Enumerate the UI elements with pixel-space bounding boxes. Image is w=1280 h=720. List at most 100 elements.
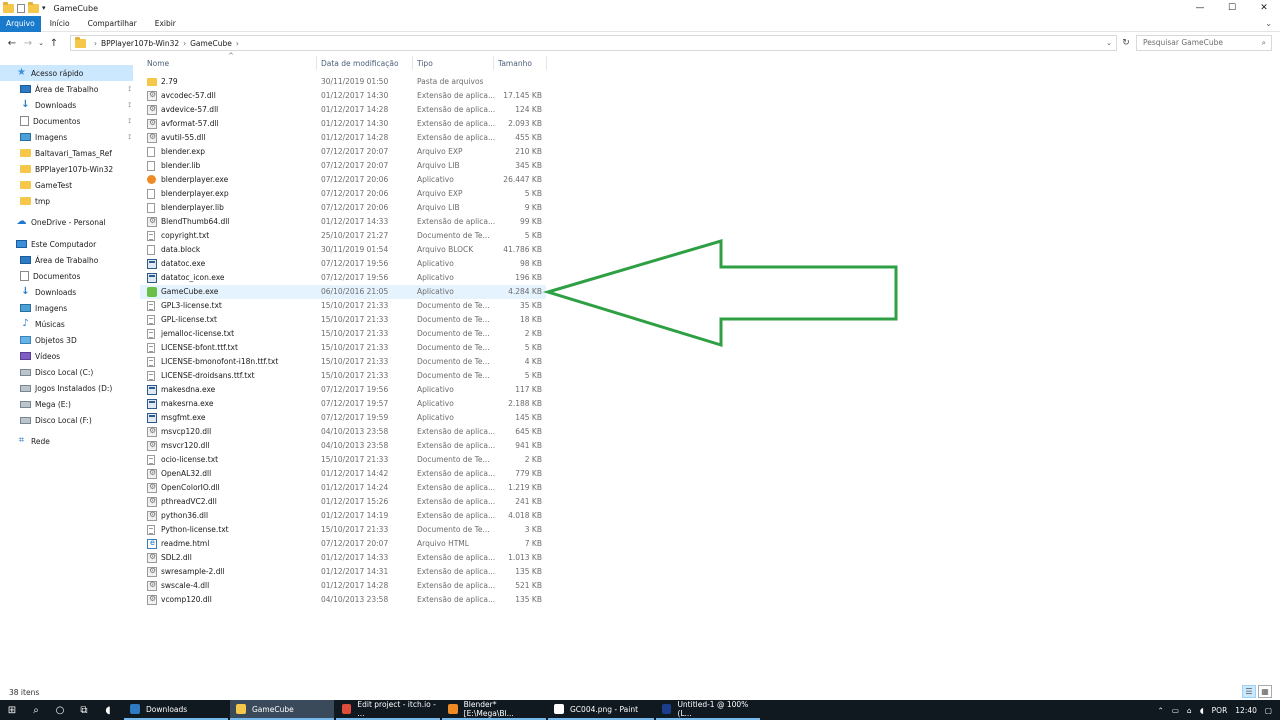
file-row[interactable]: LICENSE-bfont.ttf.txt 15/10/2017 21:33 Doc… [140, 341, 546, 355]
file-row[interactable]: 2.79 30/11/2019 01:50 Pasta de arquivos [140, 75, 546, 89]
back-button[interactable]: ← [4, 38, 20, 49]
file-row[interactable]: GameCube.exe 06/10/2016 21:05 Aplicativo 4.… [140, 285, 546, 299]
volume-icon[interactable]: ◖ [1200, 706, 1204, 715]
file-row[interactable]: data.block 30/11/2019 01:54 Arquivo BLOCK 4… [140, 243, 546, 257]
nav-pc-documents[interactable]: Documentos [0, 268, 135, 284]
file-row[interactable]: blender.lib 07/12/2017 20:07 Arquivo LIB 34… [140, 159, 546, 173]
file-row[interactable]: msgfmt.exe 07/12/2017 19:59 Aplicativo 145 … [140, 411, 546, 425]
file-row[interactable]: LICENSE-bmonofont-i18n.ttf.txt 15/10/2017… [140, 355, 546, 369]
refresh-button[interactable]: ↻ [1119, 35, 1133, 51]
folder-icon[interactable] [3, 1, 14, 13]
nav-onedrive[interactable]: ☁ OneDrive - Personal [0, 214, 135, 230]
new-folder-icon[interactable] [28, 1, 39, 13]
file-row[interactable]: msvcp120.dll 04/10/2013 23:58 Extensão de … [140, 425, 546, 439]
nav-folder-gametest[interactable]: GameTest [0, 177, 135, 193]
file-row[interactable]: OpenAL32.dll 01/12/2017 14:42 Extensão de … [140, 467, 546, 481]
file-row[interactable]: makesdna.exe 07/12/2017 19:56 Aplicativo 11… [140, 383, 546, 397]
file-row[interactable]: avutil-55.dll 01/12/2017 14:28 Extensão de… [140, 131, 546, 145]
file-row[interactable]: msvcr120.dll 04/10/2013 23:58 Extensão de … [140, 439, 546, 453]
column-type[interactable]: Tipo [417, 59, 433, 68]
file-row[interactable]: blenderplayer.exe 07/12/2017 20:06 Aplicat… [140, 173, 546, 187]
file-row[interactable]: makesrna.exe 07/12/2017 19:57 Aplicativo 2.… [140, 397, 546, 411]
recent-locations-button[interactable]: ⌄ [36, 39, 46, 47]
network-icon[interactable]: ⌂ [1187, 706, 1192, 715]
properties-icon[interactable] [17, 3, 25, 13]
tab-home[interactable]: Início [41, 16, 79, 32]
file-row[interactable]: jemalloc-license.txt 15/10/2017 21:33 Docu… [140, 327, 546, 341]
file-row[interactable]: datatoc.exe 07/12/2017 19:56 Aplicativo 98 … [140, 257, 546, 271]
show-hidden-icons-icon[interactable]: ⌃ [1158, 706, 1164, 715]
details-view-button[interactable]: ☰ [1242, 685, 1256, 698]
nav-pc-desktop[interactable]: Área de Trabalho [0, 252, 135, 268]
file-row[interactable]: SDL2.dll 01/12/2017 14:33 Extensão de apli… [140, 551, 546, 565]
taskbar-app[interactable]: GameCube [230, 700, 334, 720]
file-row[interactable]: LICENSE-droidsans.ttf.txt 15/10/2017 21:3… [140, 369, 546, 383]
taskbar-app[interactable]: GC004.png - Paint [548, 700, 654, 720]
minimize-button[interactable]: — [1184, 0, 1216, 16]
maximize-button[interactable]: ☐ [1216, 0, 1248, 16]
file-row[interactable]: GPL-license.txt 15/10/2017 21:33 Documento… [140, 313, 546, 327]
taskbar-app[interactable]: Blender* [E:\Mega\Bl... [442, 700, 546, 720]
file-row[interactable]: pthreadVC2.dll 01/12/2017 15:26 Extensão d… [140, 495, 546, 509]
nav-pc-drive-c[interactable]: Disco Local (C:) [0, 364, 135, 380]
file-row[interactable]: readme.html 07/12/2017 20:07 Arquivo HTML 7… [140, 537, 546, 551]
breadcrumb-item[interactable]: BPPlayer107b-Win32 [101, 39, 179, 48]
search-icon[interactable]: ⌕ [24, 700, 48, 720]
language-indicator[interactable]: POR [1212, 706, 1228, 715]
column-date[interactable]: Data de modificação [321, 59, 399, 68]
cortana-icon[interactable]: ○ [48, 700, 72, 720]
tab-view[interactable]: Exibir [146, 16, 185, 32]
address-bar[interactable]: › BPPlayer107b-Win32 › GameCube › ⌄ [70, 35, 1117, 51]
breadcrumb-separator[interactable]: › [236, 39, 239, 48]
nav-pc-downloads[interactable]: ↓ Downloads [0, 284, 135, 300]
nav-pc-3d-objects[interactable]: Objetos 3D [0, 332, 135, 348]
nav-documents[interactable]: Documentos ⟟ [0, 113, 135, 129]
nav-quick-access[interactable]: ★ Acesso rápido [0, 65, 133, 81]
nav-network[interactable]: ⌗ Rede [0, 433, 135, 449]
notifications-icon[interactable]: ▢ [1265, 706, 1272, 715]
file-row[interactable]: copyright.txt 25/10/2017 21:27 Documento d… [140, 229, 546, 243]
search-input[interactable]: Pesquisar GameCube ⌕ [1136, 35, 1272, 51]
nav-desktop[interactable]: Área de Trabalho ⟟ [0, 81, 135, 97]
taskbar-app[interactable]: Untitled-1 @ 100% (L... [656, 700, 760, 720]
nav-pictures[interactable]: Imagens ⟟ [0, 129, 135, 145]
close-button[interactable]: ✕ [1248, 0, 1280, 16]
nav-pc-drive-e[interactable]: Mega (E:) [0, 396, 135, 412]
file-row[interactable]: datatoc_icon.exe 07/12/2017 19:56 Aplicati… [140, 271, 546, 285]
forward-button[interactable]: → [20, 38, 36, 49]
file-row[interactable]: blender.exp 07/12/2017 20:07 Arquivo EXP 21… [140, 145, 546, 159]
file-row[interactable]: avdevice-57.dll 01/12/2017 14:28 Extensão … [140, 103, 546, 117]
file-row[interactable]: blenderplayer.lib 07/12/2017 20:06 Arquivo… [140, 201, 546, 215]
nav-pc-music[interactable]: ♪ Músicas [0, 316, 135, 332]
taskbar-app[interactable]: Downloads [124, 700, 228, 720]
nav-folder-baltavari[interactable]: Baltavari_Tamas_Ref [0, 145, 135, 161]
file-row[interactable]: Python-license.txt 15/10/2017 21:33 Docume… [140, 523, 546, 537]
speaker-icon[interactable]: ◖ [96, 700, 120, 720]
column-name[interactable]: Nome [147, 59, 169, 68]
file-row[interactable]: blenderplayer.exp 07/12/2017 20:06 Arquivo… [140, 187, 546, 201]
task-view-icon[interactable]: ⧉ [72, 700, 96, 720]
taskbar-app[interactable]: Edit project - itch.io - ... [336, 700, 440, 720]
start-windows-icon[interactable]: ⊞ [0, 700, 24, 720]
file-row[interactable]: python36.dll 01/12/2017 14:19 Extensão de … [140, 509, 546, 523]
file-row[interactable]: BlendThumb64.dll 01/12/2017 14:33 Extensão… [140, 215, 546, 229]
nav-pc-drive-d[interactable]: Jogos Instalados (D:) [0, 380, 135, 396]
file-row[interactable]: avcodec-57.dll 01/12/2017 14:30 Extensão d… [140, 89, 546, 103]
expand-ribbon-icon[interactable]: ⌄ [1265, 19, 1272, 28]
nav-folder-tmp[interactable]: tmp [0, 193, 135, 209]
nav-this-pc[interactable]: Este Computador [0, 236, 135, 252]
tab-share[interactable]: Compartilhar [79, 16, 146, 32]
nav-downloads[interactable]: ↓ Downloads ⟟ [0, 97, 135, 113]
column-size[interactable]: Tamanho [498, 59, 532, 68]
file-row[interactable]: GPL3-license.txt 15/10/2017 21:33 Document… [140, 299, 546, 313]
clock[interactable]: 12:40 [1235, 706, 1257, 715]
file-row[interactable]: vcomp120.dll 04/10/2013 23:58 Extensão de … [140, 593, 546, 607]
nav-folder-bpplayer[interactable]: BPPlayer107b-Win32 [0, 161, 135, 177]
file-row[interactable]: OpenColorIO.dll 01/12/2017 14:24 Extensão … [140, 481, 546, 495]
file-row[interactable]: ocio-license.txt 15/10/2017 21:33 Document… [140, 453, 546, 467]
nav-pc-videos[interactable]: Vídeos [0, 348, 135, 364]
chevron-down-icon[interactable]: ▾ [42, 4, 46, 12]
large-icons-view-button[interactable]: ▦ [1258, 685, 1272, 698]
file-row[interactable]: avformat-57.dll 01/12/2017 14:30 Extensão … [140, 117, 546, 131]
file-row[interactable]: swresample-2.dll 01/12/2017 14:31 Extensão… [140, 565, 546, 579]
